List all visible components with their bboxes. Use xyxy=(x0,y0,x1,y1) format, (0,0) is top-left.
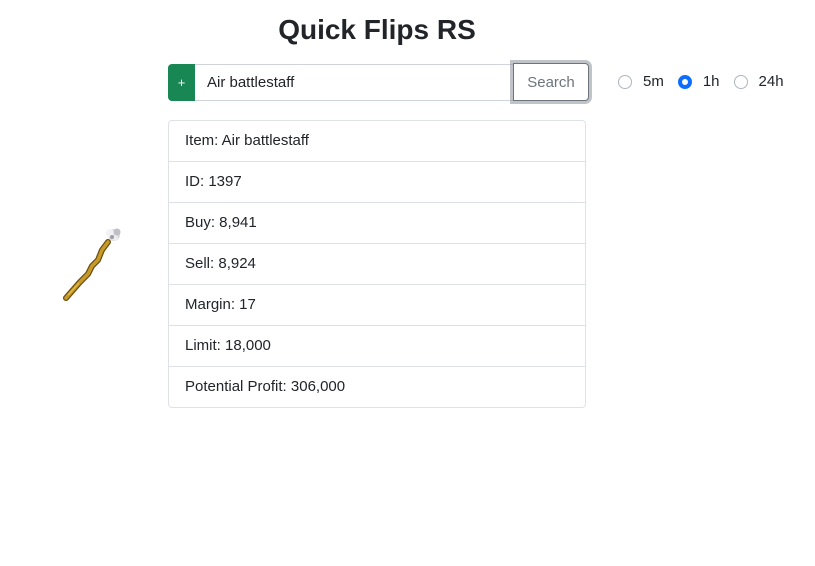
page: Quick Flips RS + Search 5m 1h 24h xyxy=(0,0,815,566)
page-title: Quick Flips RS xyxy=(278,14,476,45)
timeframe-radio-group: 5m 1h 24h xyxy=(618,73,798,90)
add-button[interactable]: + xyxy=(168,64,195,101)
item-potential-profit: Potential Profit: 306,000 xyxy=(185,378,346,395)
item-details-list: Item: Air battlestaff ID: 1397 Buy: 8,94… xyxy=(168,120,586,408)
radio-option-24h[interactable]: 24h xyxy=(733,73,784,90)
radio-option-5m[interactable]: 5m xyxy=(618,73,664,90)
item-id: ID: 1397 xyxy=(169,162,585,203)
item-sell-price: Sell: 8,924 xyxy=(169,244,585,285)
search-bar: + Search xyxy=(168,63,589,102)
radio-label-24h: 24h xyxy=(758,73,784,90)
radio-button-5m[interactable] xyxy=(618,74,632,89)
item-limit: Limit: 18,000 xyxy=(169,326,585,367)
item-buy-price: Buy: 8,941 xyxy=(169,203,585,244)
radio-button-1h[interactable] xyxy=(677,74,692,89)
item-name: Item: Air battlestaff xyxy=(169,121,585,162)
radio-label-5m: 5m xyxy=(643,73,664,90)
search-input[interactable] xyxy=(195,64,513,101)
radio-option-1h[interactable]: 1h xyxy=(677,73,720,90)
radio-label-1h: 1h xyxy=(702,73,720,90)
search-button[interactable]: Search xyxy=(513,63,589,101)
battlestaff-icon xyxy=(58,222,128,306)
radio-button-24h[interactable] xyxy=(733,74,748,89)
item-margin: Margin: 17 xyxy=(169,285,585,326)
